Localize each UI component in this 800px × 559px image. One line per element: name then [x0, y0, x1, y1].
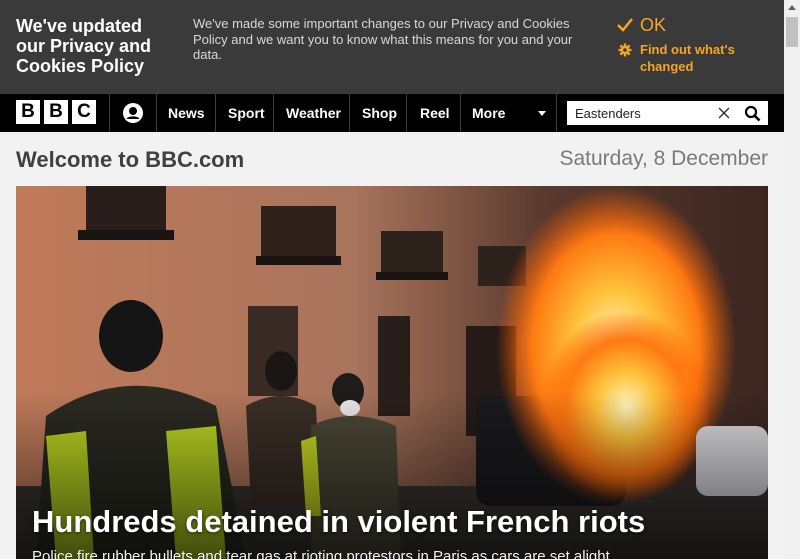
page-title: Welcome to BBC.com — [16, 147, 245, 172]
nav-divider — [406, 94, 407, 132]
nav-link-reel[interactable]: Reel — [420, 94, 450, 132]
cookie-banner: We've updated our Privacy and Cookies Po… — [0, 0, 784, 94]
scroll-thumb[interactable] — [786, 17, 798, 47]
nav-divider — [556, 94, 557, 132]
hero-headline[interactable]: Hundreds detained in violent French riot… — [32, 504, 645, 540]
cookie-banner-text: We've made some important changes to our… — [193, 16, 573, 62]
nav-divider — [215, 94, 216, 132]
cookie-banner-title: We've updated our Privacy and Cookies Po… — [16, 16, 152, 76]
nav-link-news[interactable]: News — [168, 94, 205, 132]
nav-link-shop[interactable]: Shop — [362, 94, 397, 132]
logo-letter: B — [16, 100, 40, 124]
nav-divider — [349, 94, 350, 132]
cookie-ok-button[interactable]: OK — [616, 14, 666, 36]
close-icon[interactable] — [718, 107, 730, 119]
nav-divider — [460, 94, 461, 132]
logo-letter: B — [44, 100, 68, 124]
find-out-label: Find out what's changed — [640, 42, 735, 74]
nav-link-sport[interactable]: Sport — [228, 94, 265, 132]
nav-divider — [273, 94, 274, 132]
scrollbar[interactable] — [784, 0, 800, 559]
find-out-link[interactable]: Find out what's changed — [618, 42, 748, 75]
cookie-ok-label: OK — [640, 14, 667, 35]
search-icon[interactable] — [744, 105, 761, 122]
page-date: Saturday, 8 December — [559, 147, 768, 170]
global-nav: B B C News Sport Weather Shop Reel More — [0, 94, 784, 132]
hero-story[interactable]: Hundreds detained in violent French riot… — [16, 186, 768, 559]
hero-summary: Police fire rubber bullets and tear gas … — [32, 548, 614, 559]
scroll-up-arrow-icon[interactable] — [788, 5, 796, 10]
bbc-logo[interactable]: B B C — [16, 100, 96, 124]
logo-letter: C — [72, 100, 96, 124]
user-icon — [123, 103, 143, 123]
gear-icon — [618, 43, 632, 57]
nav-divider — [156, 94, 157, 132]
chevron-down-icon[interactable] — [538, 111, 546, 116]
search-input[interactable] — [567, 101, 715, 125]
account-button[interactable] — [110, 94, 156, 132]
check-icon — [617, 18, 633, 32]
search-box — [567, 101, 768, 125]
nav-link-weather[interactable]: Weather — [286, 94, 341, 132]
nav-link-more[interactable]: More — [472, 94, 505, 132]
